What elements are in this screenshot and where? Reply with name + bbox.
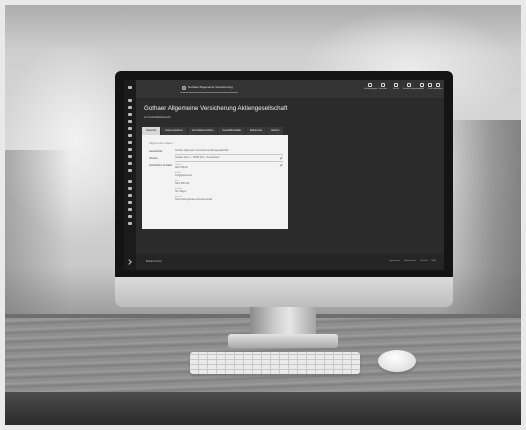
shield-icon[interactable]	[128, 222, 132, 225]
field-caption: Internet	[175, 196, 182, 198]
field-label: Adresse	[149, 157, 158, 160]
user-icon[interactable]	[128, 187, 132, 190]
field-caption: Telefon	[175, 164, 182, 166]
logout-icon	[436, 83, 440, 87]
background-shadow	[0, 150, 70, 320]
topbar-item-logout[interactable]: Abmelden	[432, 83, 444, 90]
footer-brand: Makler Portal	[146, 260, 162, 263]
bell-icon	[407, 83, 411, 87]
topbar-item-history[interactable]: Verlauf	[390, 83, 402, 90]
contact-value: 0221 308-103	[175, 183, 190, 185]
field-label: Vertriebliche Kontakte	[149, 164, 173, 167]
field-value: Gothaer Allgemeine Versicherung Aktienge…	[175, 150, 229, 152]
contact-value: Herr Mayer	[175, 191, 187, 193]
settings-icon[interactable]	[128, 180, 132, 183]
edit-icon[interactable]	[278, 162, 283, 167]
keyboard	[190, 352, 360, 374]
history-icon	[394, 83, 398, 87]
mail-icon[interactable]	[128, 155, 132, 158]
field-caption: E-Mail	[175, 172, 181, 174]
divider	[175, 161, 283, 162]
footer-links: Impressum Datenschutz Kontakt FAQ	[385, 260, 436, 262]
monitor-stand-base	[228, 334, 338, 348]
page-subtitle[interactable]: zur Geschäftsübersicht	[144, 116, 171, 119]
document-icon[interactable]	[128, 148, 132, 151]
topbar-item-notifications[interactable]: Benachrichtigungen	[403, 83, 421, 90]
tag-icon[interactable]	[128, 169, 132, 172]
search-underline	[180, 92, 238, 93]
tab-notes[interactable]: Notizen	[267, 127, 284, 135]
monitor-chin	[115, 277, 453, 307]
footer: Makler Portal Impressum Datenschutz Kont…	[136, 254, 444, 270]
footer-link-contact[interactable]: Kontakt	[420, 260, 427, 262]
mouse	[378, 350, 416, 372]
bookmark-icon[interactable]	[128, 208, 132, 211]
list-icon[interactable]	[128, 113, 132, 116]
tab-sales-figures[interactable]: Vertriebskennzahlen	[187, 127, 218, 135]
calendar-icon[interactable]	[128, 134, 132, 137]
field-caption: Fax	[175, 180, 179, 182]
footer-link-faq[interactable]: FAQ	[432, 260, 436, 262]
divider	[175, 154, 283, 155]
archive-icon[interactable]	[128, 215, 132, 218]
info-icon[interactable]	[128, 201, 132, 204]
footer-link-imprint[interactable]: Impressum	[389, 260, 400, 262]
contact-value[interactable]: https://www.gothaer.de/maklerportal/	[175, 199, 212, 201]
topbar-item-label: Verknüpfungen	[364, 88, 378, 90]
home-icon[interactable]	[128, 86, 132, 89]
card-title: Allgemeine Daten	[149, 141, 173, 145]
tab-overview[interactable]: Übersicht	[142, 127, 161, 135]
help-icon[interactable]	[128, 194, 132, 197]
topbar-item-label: Verlauf	[392, 88, 400, 90]
menu-icon[interactable]	[128, 99, 132, 102]
footer-link-privacy[interactable]: Datenschutz	[404, 260, 416, 262]
topbar-item-label: Abmelden	[433, 88, 443, 90]
tab-contacts[interactable]: Ansprechpartner	[161, 127, 187, 135]
tab-transactions[interactable]: Geschäftsvorfälle	[218, 127, 245, 135]
star-icon	[381, 83, 385, 87]
topbar-item-links[interactable]: Verknüpfungen	[364, 83, 378, 90]
screen: Gothaer Allgemeine Versicherung Verknüpf…	[124, 80, 444, 270]
contact-value[interactable]: info@gothaer.de	[175, 175, 192, 177]
search-icon[interactable]	[128, 120, 132, 123]
search-icon[interactable]	[182, 86, 186, 90]
users-icon[interactable]	[128, 162, 132, 165]
field-value: Gothaer Allee 1 · 50969 Köln · Deutschla…	[175, 157, 220, 159]
link-icon	[368, 83, 372, 87]
page-title: Gothaer Allgemeine Versicherung Aktienge…	[144, 105, 288, 112]
general-data-card: Allgemeine Daten Gesellschaft Gothaer Al…	[142, 135, 288, 229]
tab-bar: Übersicht Ansprechpartner Vertriebskennz…	[142, 127, 284, 135]
topbar-item-favorites[interactable]: Favoriten	[377, 83, 389, 90]
edit-icon[interactable]	[278, 155, 283, 160]
folder-icon[interactable]	[128, 127, 132, 130]
dashboard-icon[interactable]	[128, 106, 132, 109]
search-input[interactable]: Gothaer Allgemeine Versicherung	[188, 85, 233, 89]
contact-value: 0221 308-00	[175, 167, 188, 169]
topbar-item-label: Favoriten	[378, 88, 388, 90]
field-label: Gesellschaft	[149, 150, 163, 153]
chart-icon[interactable]	[128, 141, 132, 144]
tab-documents[interactable]: Dokumente	[245, 127, 267, 135]
top-bar: Gothaer Allgemeine Versicherung Verknüpf…	[136, 80, 444, 98]
desk-front-edge	[5, 392, 521, 426]
field-caption: Kontakt	[175, 188, 182, 190]
topbar-item-label: Benachrichtigungen	[403, 88, 421, 90]
sidebar	[124, 80, 136, 270]
